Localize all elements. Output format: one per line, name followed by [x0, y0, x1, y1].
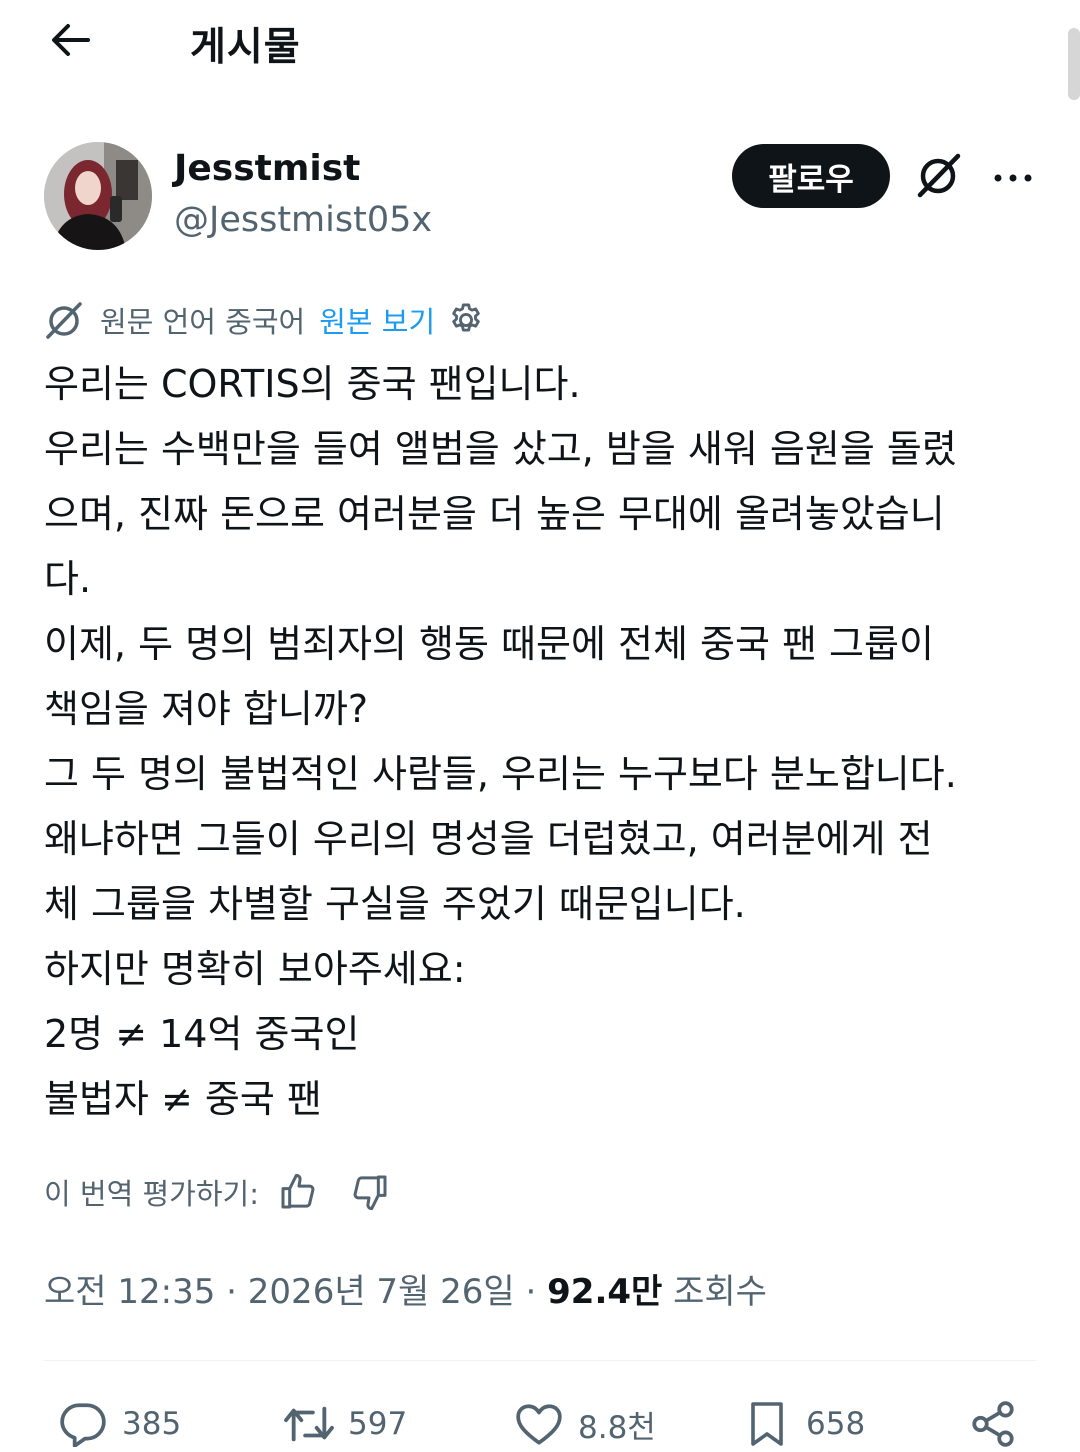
thumbs-down-icon[interactable]: [347, 1169, 393, 1215]
rate-translation-label: 이 번역 평가하기:: [44, 1177, 259, 1211]
top-bar: 게시물: [0, 0, 1080, 90]
post-line: 체 그룹을 차별할 구실을 주었기 때문입니다.: [44, 882, 746, 926]
author-display-name[interactable]: Jesstmist: [174, 148, 360, 189]
post-meta: 오전 12:35 · 2026년 7월 26일 · 92.4만 조회수: [44, 1268, 767, 1316]
bookmark-icon: [740, 1397, 794, 1451]
heart-icon: [512, 1397, 566, 1451]
share-button[interactable]: [966, 1396, 1032, 1452]
repost-button[interactable]: 597: [282, 1396, 407, 1452]
reply-button[interactable]: 385: [56, 1396, 181, 1452]
views-count: 92.4만: [547, 1272, 663, 1312]
follow-button[interactable]: 팔로우: [732, 144, 890, 208]
more-button[interactable]: [986, 150, 1040, 204]
post-line: 불법자 ≠ 중국 팬: [44, 1077, 322, 1121]
meta-separator: ·: [514, 1272, 548, 1312]
page-title: 게시물: [190, 25, 301, 70]
rate-translation: 이 번역 평가하기:: [44, 1164, 393, 1220]
post-line: 그 두 명의 불법적인 사람들, 우리는 누구보다 분노합니다.: [44, 752, 957, 796]
grok-button[interactable]: [912, 150, 966, 204]
grok-icon: [916, 152, 962, 202]
post-line: 다.: [44, 557, 92, 601]
bookmark-count: 658: [806, 1406, 866, 1442]
post-line: 우리는 수백만을 들여 앨범을 샀고, 밤을 새워 음원을 돌렸: [44, 427, 957, 471]
translation-info: 원문 언어 중국어 원본 보기: [44, 296, 487, 344]
like-count: 8.8천: [578, 1409, 656, 1446]
like-button[interactable]: 8.8천: [512, 1396, 656, 1452]
arrow-left-icon: [50, 23, 90, 61]
avatar[interactable]: [44, 142, 152, 250]
more-dots-icon: [993, 168, 1033, 187]
thumbs-up-icon[interactable]: [275, 1169, 321, 1215]
views-label: 조회수: [673, 1272, 767, 1312]
post-line: 이제, 두 명의 범죄자의 행동 때문에 전체 중국 팬 그룹이: [44, 622, 934, 666]
bookmark-button[interactable]: 658: [740, 1396, 865, 1452]
post-line: 하지만 명확히 보아주세요:: [44, 947, 466, 991]
post-line: 왜냐하면 그들이 우리의 명성을 더럽혔고, 여러분에게 전: [44, 817, 933, 861]
meta-separator: ·: [215, 1272, 248, 1312]
share-icon: [966, 1397, 1020, 1451]
show-original-link[interactable]: 원본 보기: [319, 299, 435, 341]
scrollbar[interactable]: [1068, 28, 1080, 100]
post-date[interactable]: 2026년 7월 26일: [248, 1272, 515, 1312]
back-button[interactable]: [46, 20, 94, 64]
repost-icon: [282, 1397, 336, 1451]
author-handle[interactable]: @Jesstmist05x: [174, 200, 432, 240]
post-text: 우리는 CORTIS의 중국 팬입니다. 우리는 수백만을 들여 앨범을 샀고,…: [44, 352, 1044, 1132]
reply-count: 385: [122, 1406, 182, 1442]
translation-label: 원문 언어 중국어: [100, 305, 306, 339]
post-line: 책임을 져야 합니까?: [44, 687, 369, 731]
action-bar: 385 597 8.8천 658: [0, 1396, 1080, 1452]
gear-icon[interactable]: [447, 300, 487, 340]
reply-icon: [56, 1397, 110, 1451]
post-line: 2명 ≠ 14억 중국인: [44, 1012, 360, 1056]
post-line: 으며, 진짜 돈으로 여러분을 더 높은 무대에 올려놓았습니: [44, 492, 945, 536]
repost-count: 597: [348, 1406, 408, 1442]
translate-icon: [44, 299, 86, 341]
post-time[interactable]: 오전 12:35: [44, 1272, 215, 1312]
divider: [44, 1360, 1036, 1361]
post-line: 우리는 CORTIS의 중국 팬입니다.: [44, 362, 581, 406]
